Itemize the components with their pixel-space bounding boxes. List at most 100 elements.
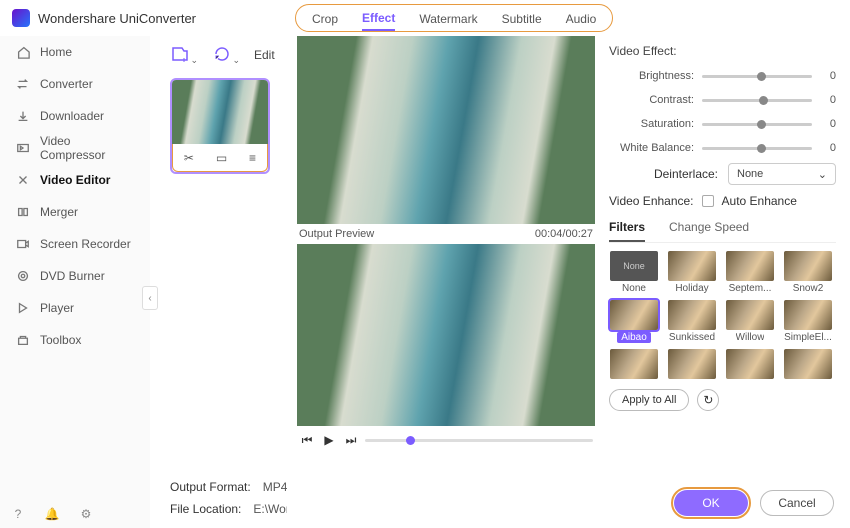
tab-crop[interactable]: Crop <box>312 12 338 30</box>
play-button[interactable]: ▶ <box>321 432 337 448</box>
sidebar-item-compressor[interactable]: Video Compressor <box>0 132 150 164</box>
deinterlace-select[interactable]: None ⌄ <box>728 163 836 185</box>
chevron-down-icon: ⌄ <box>232 55 240 66</box>
slider-value: 0 <box>820 142 836 154</box>
filter-holiday[interactable]: Holiday <box>667 251 717 294</box>
edit-tabs: Crop Effect Watermark Subtitle Audio <box>295 4 613 32</box>
filter-unnamed[interactable] <box>667 349 717 379</box>
filter-simpleel...[interactable]: SimpleEl... <box>783 300 833 343</box>
filter-unnamed[interactable] <box>725 349 775 379</box>
add-files-button[interactable]: ⌄ <box>170 44 192 66</box>
merger-icon <box>16 205 30 219</box>
sidebar-item-recorder[interactable]: Screen Recorder <box>0 228 150 260</box>
slider-contrast[interactable] <box>702 99 812 102</box>
apply-to-all-button[interactable]: Apply to All <box>609 389 689 411</box>
filter-label: Holiday <box>675 283 708 294</box>
video-enhance-label: Video Enhance: <box>609 194 694 208</box>
progress-slider[interactable] <box>365 437 593 443</box>
sidebar-item-merger[interactable]: Merger <box>0 196 150 228</box>
tab-effect[interactable]: Effect <box>362 11 395 31</box>
filter-unnamed[interactable] <box>609 349 659 379</box>
sidebar-item-player[interactable]: Player <box>0 292 150 324</box>
sidebar: Home Converter Downloader Video Compressor V… <box>0 36 150 528</box>
sidebar-item-converter[interactable]: Converter <box>0 68 150 100</box>
converter-icon <box>16 77 30 91</box>
ok-button[interactable]: OK <box>674 490 748 516</box>
tab-subtitle[interactable]: Subtitle <box>502 12 542 30</box>
sidebar-item-editor[interactable]: Video Editor <box>0 164 150 196</box>
slider-saturation[interactable] <box>702 123 812 126</box>
sidebar-item-label: Player <box>40 301 74 315</box>
reset-filters-button[interactable]: ↻ <box>697 389 719 411</box>
compressor-icon <box>16 141 30 155</box>
auto-enhance-checkbox[interactable] <box>702 195 714 207</box>
deinterlace-label: Deinterlace: <box>654 167 718 181</box>
filter-label: SimpleEl... <box>784 332 832 343</box>
filter-aibao[interactable]: Aibao <box>609 300 659 343</box>
menu-icon[interactable]: ≡ <box>249 151 256 165</box>
slider-label: Brightness: <box>639 70 694 82</box>
prev-frame-button[interactable]: ⏮ <box>299 432 315 448</box>
sidebar-item-label: Video Editor <box>40 173 110 187</box>
filter-thumbnail <box>610 349 658 379</box>
chevron-down-icon: ⌄ <box>818 168 827 181</box>
home-icon <box>16 45 30 59</box>
filter-snow2[interactable]: Snow2 <box>783 251 833 294</box>
chevron-down-icon: ⌄ <box>190 55 198 66</box>
preview-time: 00:04/00:27 <box>535 228 593 240</box>
crop-icon[interactable]: ▭ <box>216 151 227 165</box>
edit-panel: Crop Effect Watermark Subtitle Audio Output … <box>287 0 850 528</box>
help-icon[interactable]: ? <box>10 506 26 522</box>
filter-thumbnail: None <box>610 251 658 281</box>
output-format-label: Output Format: <box>170 480 251 494</box>
cut-icon[interactable]: ✂ <box>184 151 194 165</box>
tab-audio[interactable]: Audio <box>566 12 597 30</box>
burner-icon <box>16 269 30 283</box>
sidebar-item-label: Downloader <box>40 109 104 123</box>
filter-none[interactable]: None None <box>609 251 659 294</box>
clip-actions: ✂ ▭ ≡ <box>172 144 268 172</box>
recorder-icon <box>16 237 30 251</box>
filter-thumbnail <box>668 349 716 379</box>
sidebar-item-label: Home <box>40 45 72 59</box>
slider-value: 0 <box>820 118 836 130</box>
slider-label: Saturation: <box>641 118 694 130</box>
slider-whitebalance[interactable] <box>702 147 812 150</box>
sidebar-item-label: Converter <box>40 77 93 91</box>
sidebar-item-burner[interactable]: DVD Burner <box>0 260 150 292</box>
filter-willow[interactable]: Willow <box>725 300 775 343</box>
sidebar-item-label: DVD Burner <box>40 269 105 283</box>
filter-label: None <box>622 283 646 294</box>
cancel-button[interactable]: Cancel <box>760 490 834 516</box>
filter-thumbnail <box>726 251 774 281</box>
tab-watermark[interactable]: Watermark <box>419 12 477 30</box>
sidebar-item-downloader[interactable]: Downloader <box>0 100 150 132</box>
filter-thumbnail <box>784 251 832 281</box>
filter-unnamed[interactable] <box>783 349 833 379</box>
collapse-sidebar-button[interactable]: ‹ <box>142 286 158 310</box>
filter-sunkissed[interactable]: Sunkissed <box>667 300 717 343</box>
next-frame-button[interactable]: ⏭ <box>343 432 359 448</box>
settings-icon[interactable]: ⚙ <box>78 506 94 522</box>
filters-grid: None None Holiday Septem...Snow2 Aibao Sunkis… <box>609 251 836 379</box>
sidebar-item-label: Merger <box>40 205 78 219</box>
slider-label: White Balance: <box>620 142 694 154</box>
sidebar-item-toolbox[interactable]: Toolbox <box>0 324 150 356</box>
output-preview-label: Output Preview <box>299 228 374 240</box>
sidebar-item-home[interactable]: Home <box>0 36 150 68</box>
transport-controls: ⏮ ▶ ⏭ <box>297 426 595 448</box>
filter-label: Sunkissed <box>669 332 715 343</box>
sidebar-item-label: Toolbox <box>40 333 81 347</box>
subtab-filters[interactable]: Filters <box>609 216 645 242</box>
refresh-button[interactable]: ⌄ <box>212 44 234 66</box>
slider-brightness[interactable] <box>702 75 812 78</box>
sidebar-item-label: Screen Recorder <box>40 237 131 251</box>
subtab-change-speed[interactable]: Change Speed <box>669 216 749 242</box>
filter-thumbnail <box>668 251 716 281</box>
notifications-icon[interactable]: 🔔 <box>44 506 60 522</box>
filter-label: Willow <box>736 332 765 343</box>
filter-septem...[interactable]: Septem... <box>725 251 775 294</box>
effect-subtabs: Filters Change Speed <box>609 216 836 243</box>
downloader-icon <box>16 109 30 123</box>
clip-card[interactable]: ✂ ▭ ≡ <box>170 78 270 174</box>
